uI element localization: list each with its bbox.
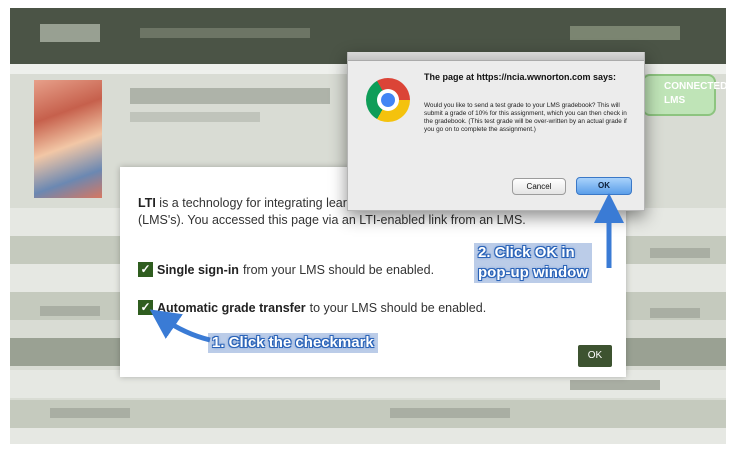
background-logo bbox=[40, 24, 100, 42]
alert-heading: The page at https://ncia.wwnorton.com sa… bbox=[424, 72, 617, 82]
background-user-menu bbox=[570, 26, 680, 40]
background-cell bbox=[650, 308, 700, 318]
grade-transfer-label: Automatic grade transfer bbox=[157, 300, 306, 315]
alert-message: Would you like to send a test grade to y… bbox=[424, 102, 627, 133]
background-cell bbox=[40, 306, 100, 316]
background-book-cover bbox=[34, 80, 102, 198]
step-2-callout: 2. Click OK in pop-up window bbox=[474, 243, 592, 283]
step-1-callout: 1. Click the checkmark bbox=[208, 333, 378, 353]
chrome-icon bbox=[366, 78, 410, 122]
background-cell bbox=[570, 380, 660, 390]
browser-alert-dialog: The page at https://ncia.wwnorton.com sa… bbox=[347, 52, 645, 211]
background-nav bbox=[140, 28, 310, 38]
background-title bbox=[130, 88, 330, 104]
single-sign-in-row: ✓ Single sign-in from your LMS should be… bbox=[138, 262, 434, 277]
connected-lms-badge: CONNECTED LMS bbox=[642, 74, 726, 116]
single-sign-in-text: from your LMS should be enabled. bbox=[242, 262, 435, 277]
background-subtitle bbox=[130, 112, 260, 122]
step-2-line-1: 2. Click OK in bbox=[478, 244, 575, 261]
checkmark-icon[interactable]: ✓ bbox=[138, 262, 153, 277]
background-cell bbox=[390, 408, 510, 418]
background-row bbox=[10, 428, 726, 444]
single-sign-in-label: Single sign-in bbox=[157, 262, 239, 277]
alert-cancel-button[interactable]: Cancel bbox=[512, 178, 566, 195]
alert-ok-button[interactable]: OK bbox=[576, 177, 632, 195]
lti-term: LTI bbox=[138, 196, 156, 210]
step-2-line-2: pop-up window bbox=[478, 264, 588, 281]
background-cell bbox=[50, 408, 130, 418]
grade-transfer-text: to your LMS should be enabled. bbox=[309, 300, 487, 315]
background-cell bbox=[650, 248, 710, 258]
alert-title-bar bbox=[348, 52, 644, 61]
grade-transfer-checkmark-icon[interactable]: ✓ bbox=[138, 300, 153, 315]
grade-transfer-row: ✓ Automatic grade transfer to your LMS s… bbox=[138, 300, 486, 315]
modal-ok-button[interactable]: OK bbox=[578, 345, 612, 367]
